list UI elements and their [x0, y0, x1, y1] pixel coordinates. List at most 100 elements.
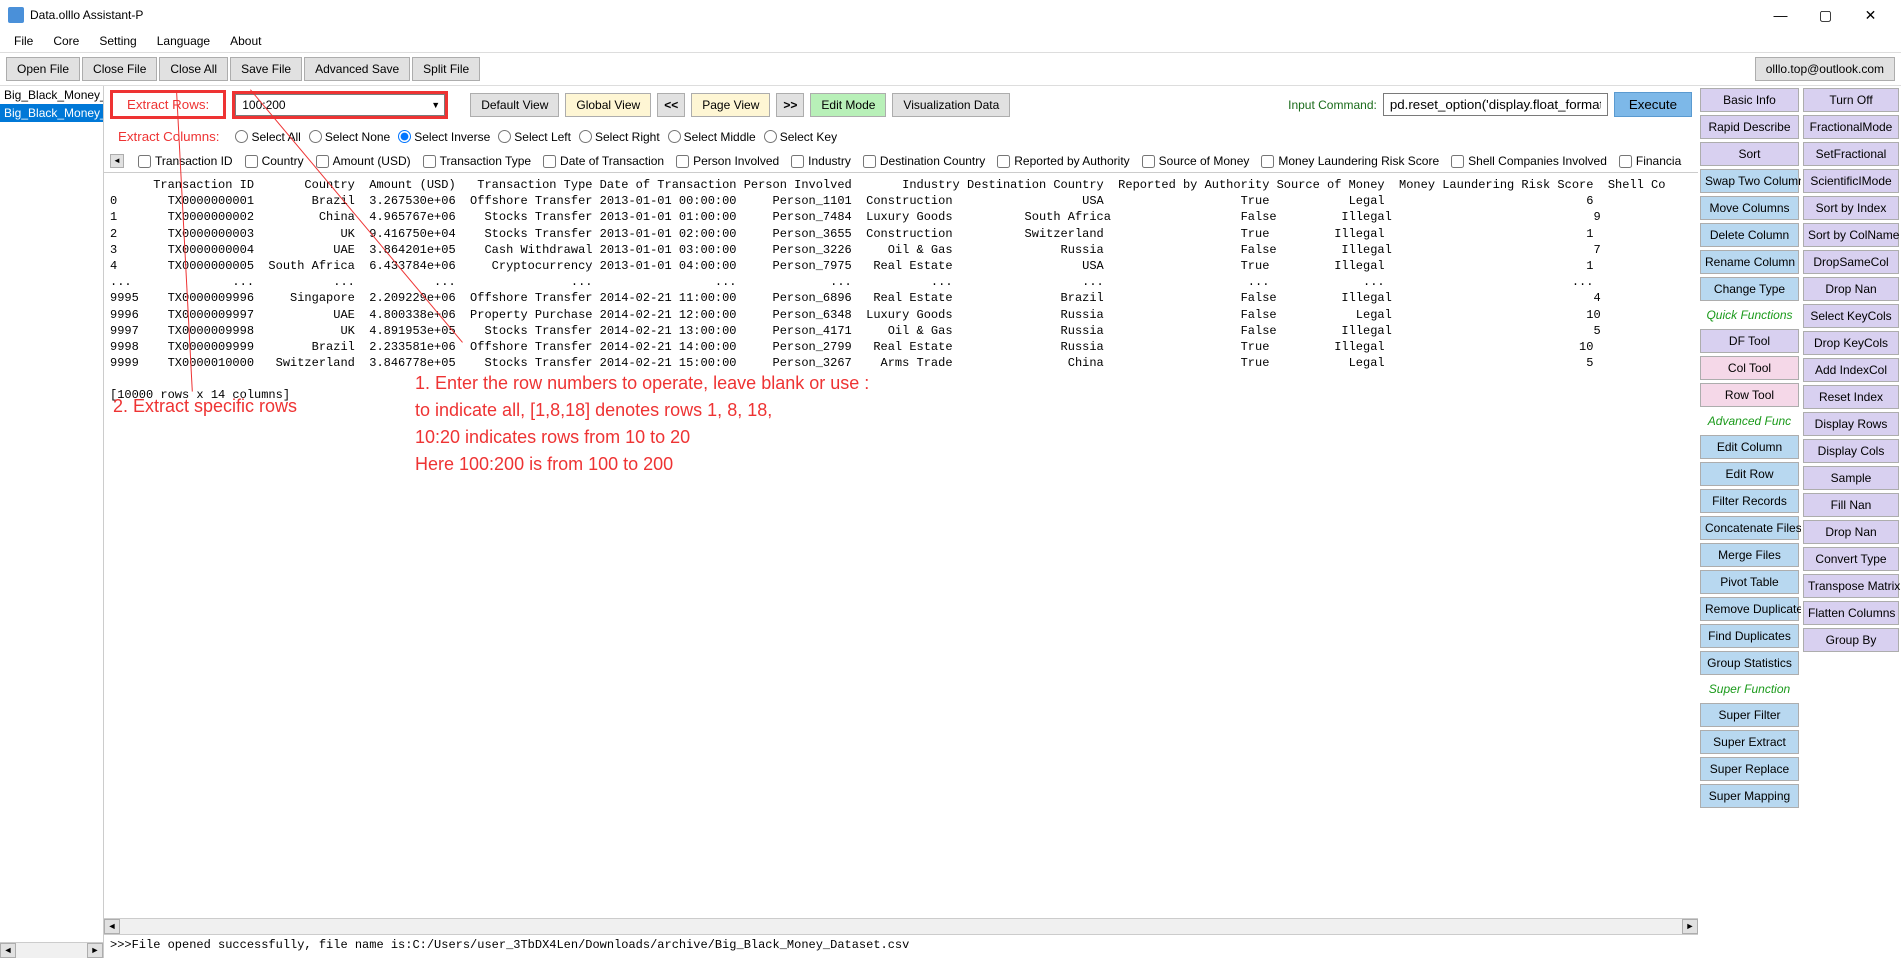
find-duplicates-button[interactable]: Find Duplicates [1700, 624, 1799, 648]
super-extract-button[interactable]: Super Extract [1700, 730, 1799, 754]
pivot-table-button[interactable]: Pivot Table [1700, 570, 1799, 594]
drop-nan-button[interactable]: Drop Nan [1803, 277, 1899, 301]
scroll-right-icon[interactable]: ► [87, 943, 103, 958]
check-date-of-transaction[interactable]: Date of Transaction [543, 154, 664, 168]
row-tool-button[interactable]: Row Tool [1700, 383, 1799, 407]
display-cols-button[interactable]: Display Cols [1803, 439, 1899, 463]
rapid-describe-button[interactable]: Rapid Describe [1700, 115, 1799, 139]
radio-select-key[interactable]: Select Key [764, 130, 837, 144]
convert-type-button[interactable]: Convert Type [1803, 547, 1899, 571]
sort-button[interactable]: Sort [1700, 142, 1799, 166]
edit-column-button[interactable]: Edit Column [1700, 435, 1799, 459]
scientificimode-button[interactable]: ScientificIMode [1803, 169, 1899, 193]
dropsamecol-button[interactable]: DropSameCol [1803, 250, 1899, 274]
visualization-button[interactable]: Visualization Data [892, 93, 1010, 117]
check-person-involved[interactable]: Person Involved [676, 154, 779, 168]
check-shell-companies-involved[interactable]: Shell Companies Involved [1451, 154, 1607, 168]
select-keycols-button[interactable]: Select KeyCols [1803, 304, 1899, 328]
radio-select-right[interactable]: Select Right [579, 130, 660, 144]
concatenate-files-button[interactable]: Concatenate Files [1700, 516, 1799, 540]
command-input[interactable] [1383, 93, 1608, 116]
super-filter-button[interactable]: Super Filter [1700, 703, 1799, 727]
filter-records-button[interactable]: Filter Records [1700, 489, 1799, 513]
display-rows-button[interactable]: Display Rows [1803, 412, 1899, 436]
df-tool-button[interactable]: DF Tool [1700, 329, 1799, 353]
check-industry[interactable]: Industry [791, 154, 851, 168]
data-view[interactable]: Transaction ID Country Amount (USD) Tran… [104, 173, 1698, 918]
merge-files-button[interactable]: Merge Files [1700, 543, 1799, 567]
right-panel-2: Turn Off FractionalMode SetFractional Scien… [1801, 86, 1901, 958]
close-all-button[interactable]: Close All [159, 57, 228, 81]
page-forward-button[interactable]: >> [776, 93, 804, 117]
save-file-button[interactable]: Save File [230, 57, 302, 81]
open-file-button[interactable]: Open File [6, 57, 80, 81]
check-amount-usd-[interactable]: Amount (USD) [316, 154, 411, 168]
scroll-left-icon[interactable]: ◄ [0, 943, 16, 958]
menu-setting[interactable]: Setting [89, 32, 146, 50]
radio-select-all[interactable]: Select All [235, 130, 300, 144]
fill-nan-button[interactable]: Fill Nan [1803, 493, 1899, 517]
radio-select-inverse[interactable]: Select Inverse [398, 130, 490, 144]
menu-file[interactable]: File [4, 32, 43, 50]
global-view-button[interactable]: Global View [565, 93, 651, 117]
close-file-button[interactable]: Close File [82, 57, 157, 81]
check-transaction-id[interactable]: Transaction ID [138, 154, 233, 168]
check-reported-by-authority[interactable]: Reported by Authority [997, 154, 1129, 168]
maximize-button[interactable]: ▢ [1803, 1, 1848, 29]
check-transaction-type[interactable]: Transaction Type [423, 154, 531, 168]
check-money-laundering-risk-score[interactable]: Money Laundering Risk Score [1261, 154, 1439, 168]
check-source-of-money[interactable]: Source of Money [1142, 154, 1250, 168]
fractionalmode-button[interactable]: FractionalMode [1803, 115, 1899, 139]
rename-column-button[interactable]: Rename Column [1700, 250, 1799, 274]
sidebar-file-item[interactable]: Big_Black_Money_Data [0, 86, 103, 104]
sort-by-colname-button[interactable]: Sort by ColName [1803, 223, 1899, 247]
group-statistics-button[interactable]: Group Statistics [1700, 651, 1799, 675]
edit-mode-button[interactable]: Edit Mode [810, 93, 886, 117]
page-back-button[interactable]: << [657, 93, 685, 117]
col-tool-button[interactable]: Col Tool [1700, 356, 1799, 380]
change-type-button[interactable]: Change Type [1700, 277, 1799, 301]
remove-duplicates-button[interactable]: Remove Duplicates [1700, 597, 1799, 621]
turn-off-button[interactable]: Turn Off [1803, 88, 1899, 112]
advanced-save-button[interactable]: Advanced Save [304, 57, 410, 81]
default-view-button[interactable]: Default View [470, 93, 559, 117]
check-destination-country[interactable]: Destination Country [863, 154, 985, 168]
menu-core[interactable]: Core [43, 32, 89, 50]
row-range-input[interactable] [235, 94, 445, 116]
sample-button[interactable]: Sample [1803, 466, 1899, 490]
extract-rows-button[interactable]: Extract Rows: [110, 90, 226, 119]
transpose-matrix-button[interactable]: Transpose Matrix [1803, 574, 1899, 598]
sidebar-file-item[interactable]: Big_Black_Money_Data [0, 104, 103, 122]
flatten-columns-button[interactable]: Flatten Columns [1803, 601, 1899, 625]
delete-column-button[interactable]: Delete Column [1700, 223, 1799, 247]
drop-keycols-button[interactable]: Drop KeyCols [1803, 331, 1899, 355]
move-columns-button[interactable]: Move Columns [1700, 196, 1799, 220]
radio-select-left[interactable]: Select Left [498, 130, 571, 144]
super-mapping-button[interactable]: Super Mapping [1700, 784, 1799, 808]
scroll-right-icon[interactable]: ► [1682, 919, 1698, 934]
scroll-left-icon[interactable]: ◄ [110, 154, 124, 168]
execute-button[interactable]: Execute [1614, 92, 1692, 117]
menu-about[interactable]: About [220, 32, 271, 50]
edit-row-button[interactable]: Edit Row [1700, 462, 1799, 486]
check-financia[interactable]: Financia [1619, 154, 1681, 168]
setfractional-button[interactable]: SetFractional [1803, 142, 1899, 166]
group-by-button[interactable]: Group By [1803, 628, 1899, 652]
drop-nan-button[interactable]: Drop Nan [1803, 520, 1899, 544]
page-view-button[interactable]: Page View [691, 93, 770, 117]
radio-select-middle[interactable]: Select Middle [668, 130, 756, 144]
extract-columns-button[interactable]: Extract Columns: [110, 127, 227, 146]
basic-info-button[interactable]: Basic Info [1700, 88, 1799, 112]
reset-index-button[interactable]: Reset Index [1803, 385, 1899, 409]
super-replace-button[interactable]: Super Replace [1700, 757, 1799, 781]
scroll-left-icon[interactable]: ◄ [104, 919, 120, 934]
minimize-button[interactable]: — [1758, 1, 1803, 29]
check-country[interactable]: Country [245, 154, 304, 168]
split-file-button[interactable]: Split File [412, 57, 480, 81]
swap-two-columns-button[interactable]: Swap Two Columns [1700, 169, 1799, 193]
add-indexcol-button[interactable]: Add IndexCol [1803, 358, 1899, 382]
menu-language[interactable]: Language [147, 32, 220, 50]
close-button[interactable]: ✕ [1848, 1, 1893, 29]
radio-select-none[interactable]: Select None [309, 130, 390, 144]
sort-by-index-button[interactable]: Sort by Index [1803, 196, 1899, 220]
